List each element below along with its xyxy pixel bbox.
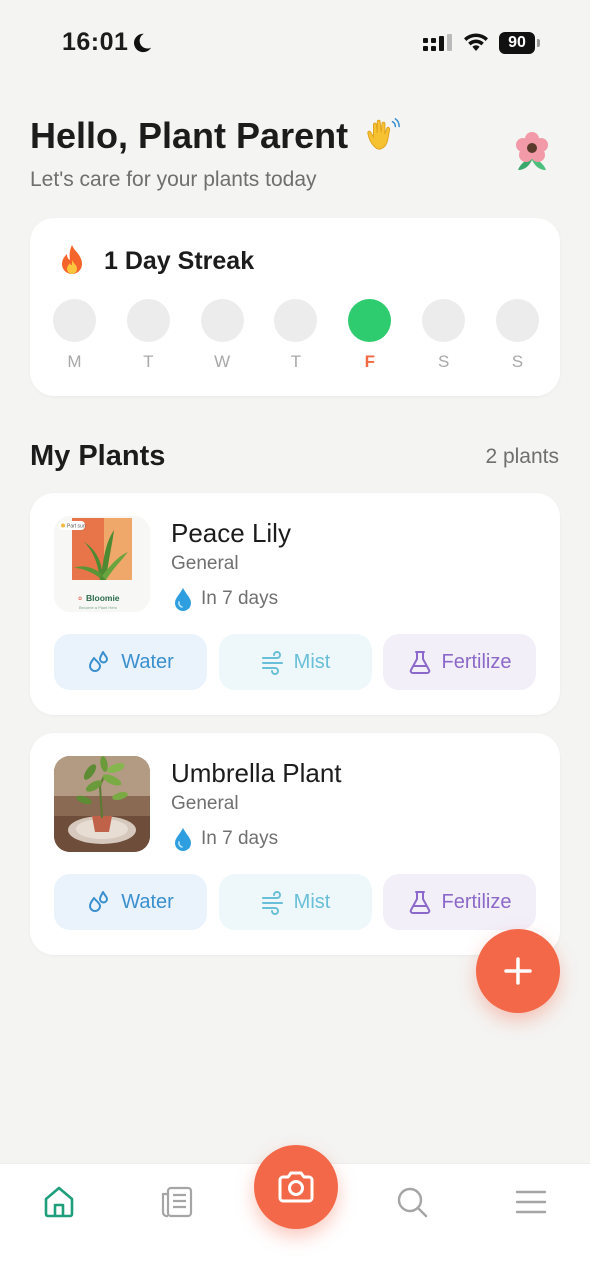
mist-label: Mist [293,890,331,913]
plant-thumbnail: Part sun ✿ Bloomie Become a Plant Hero [54,516,150,612]
mist-icon [261,891,283,915]
streak-week: M T W T F S S [53,299,539,372]
greeting-subtitle: Let's care for your plants today [30,168,317,191]
mist-label: Mist [293,650,331,673]
water-label: Water [121,890,174,913]
streak-day: T [274,299,318,372]
peace-lily-photo: Part sun ✿ Bloomie Become a Plant Hero [54,516,150,612]
status-time: 16:01 [62,28,129,56]
journal-icon[interactable] [159,1184,195,1220]
plant-actions: Water Mist Fertilize [54,874,536,930]
greeting-text: Hello, Plant Parent [30,115,349,156]
streak-day-label: T [290,352,302,371]
plant-card-peace-lily[interactable]: Part sun ✿ Bloomie Become a Plant Hero P… [30,493,560,715]
menu-icon[interactable] [513,1184,549,1220]
signal-icon [423,34,452,51]
greeting-heading: Hello, Plant Parent [30,115,402,157]
streak-day-label: S [437,352,450,371]
streak-day: S [495,299,539,372]
streak-day-dot [53,299,96,342]
plant-name: Peace Lily [171,518,291,548]
streak-day: S [422,299,466,372]
flask-icon [410,651,431,674]
moon-icon [133,33,152,53]
add-plant-button[interactable] [476,929,560,1013]
mist-button[interactable]: Mist [218,874,372,930]
home-icon[interactable] [41,1184,77,1220]
streak-day: T [126,299,170,372]
waving-hand-icon [367,118,401,150]
mist-icon [261,651,283,675]
status-bar: 16:01 90 [0,0,590,88]
thumb-badge: Part sun [67,524,86,530]
streak-day-dot-active [348,299,392,342]
fertilize-button[interactable]: Fertilize [383,634,536,690]
next-watering: In 7 days [201,588,279,609]
streak-day-dot [126,299,170,342]
camera-icon [278,1171,314,1203]
fertilize-button[interactable]: Fertilize [383,874,536,930]
plus-icon [504,957,532,985]
plants-count: 2 plants [485,445,559,468]
mist-button[interactable]: Mist [218,634,372,690]
water-label: Water [121,650,174,673]
streak-card: 1 Day Streak M T W T F S S [30,218,560,396]
fertilize-label: Fertilize [441,890,512,913]
battery-level: 90 [499,32,535,54]
streak-day-dot [422,299,466,342]
water-button[interactable]: Water [54,634,207,690]
plant-thumbnail [54,756,150,852]
plant-card-umbrella-plant[interactable]: Umbrella Plant General In 7 days Water M… [30,733,560,955]
streak-day-dot [495,299,539,342]
fertilize-label: Fertilize [441,650,512,673]
streak-day: W [200,299,244,372]
thumb-brand: Bloomie [86,593,120,603]
streak-day: M [53,299,96,372]
streak-day-label: F [364,352,375,371]
streak-day-label: S [511,352,524,371]
umbrella-plant-photo [54,756,150,852]
plant-name: Umbrella Plant [171,758,342,788]
water-drop-icon [175,828,191,851]
wifi-icon [464,33,488,51]
my-plants-title: My Plants [30,440,166,472]
thumb-caption: Become a Plant Hero [79,605,118,610]
streak-day-dot [200,299,244,342]
svg-text:✿: ✿ [78,596,82,602]
streak-day-dot [274,299,318,342]
water-icon [89,651,109,672]
streak-day-label: M [67,352,82,371]
plant-actions: Water Mist Fertilize [54,634,536,690]
streak-day-label: T [143,352,154,371]
streak-day-label: W [214,352,231,371]
streak-day-today: F [348,299,392,372]
streak-title: 1 Day Streak [104,247,255,275]
flower-icon[interactable] [512,130,552,174]
water-icon [89,891,109,912]
search-icon[interactable] [394,1184,430,1220]
flask-icon [410,891,431,914]
battery-icon: 90 [499,32,541,54]
plant-category: General [171,793,239,814]
water-drop-icon [175,588,191,611]
camera-button[interactable] [254,1145,338,1229]
plant-category: General [171,553,239,574]
fire-icon [62,245,82,274]
next-watering: In 7 days [201,828,279,849]
water-button[interactable]: Water [54,874,207,930]
